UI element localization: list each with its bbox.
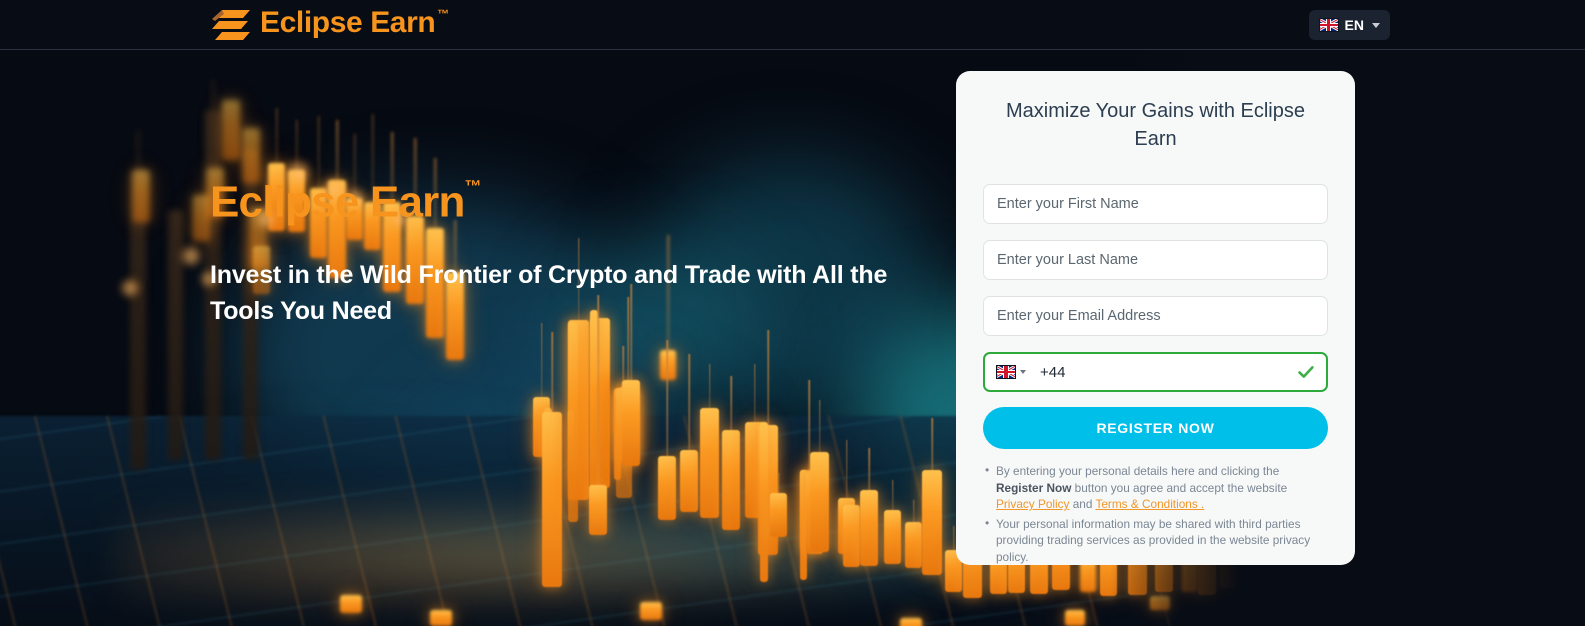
terms-conditions-link[interactable]: Terms & Conditions .	[1095, 497, 1204, 511]
country-code-selector[interactable]	[996, 365, 1026, 379]
hero-headline: Invest in the Wild Frontier of Crypto an…	[210, 260, 888, 325]
phone-number-input[interactable]	[1040, 363, 1315, 381]
phone-input-group	[983, 352, 1328, 392]
disclaimer-item-consent: By entering your personal details here a…	[983, 462, 1328, 513]
disclaimer-register-now-bold: Register Now	[996, 480, 1072, 495]
site-logo[interactable]: Eclipse Earn ™	[210, 4, 449, 46]
disclaimer-text-part2: button you agree and accept the website	[1071, 480, 1288, 495]
privacy-policy-link[interactable]: Privacy Policy	[996, 497, 1069, 511]
disclaimer-text-part1: By entering your personal details here a…	[996, 464, 1280, 478]
chevron-down-icon	[1020, 370, 1026, 374]
uk-flag-icon	[996, 365, 1016, 379]
language-selector[interactable]: EN	[1308, 10, 1390, 40]
landing-page: Eclipse Earn ™ EN Eclipse Earn™ Invest i…	[0, 0, 1585, 626]
uk-flag-icon	[1318, 18, 1339, 32]
language-label: EN	[1344, 17, 1364, 33]
eclipse-e-mark-icon	[210, 8, 254, 42]
hero-copy: Eclipse Earn™ Invest in the Wild Frontie…	[210, 170, 890, 329]
disclaimer-item-sharing: Your personal information may be shared …	[983, 515, 1328, 566]
chevron-down-icon	[1372, 22, 1380, 28]
hero-brand-trademark: ™	[464, 176, 482, 196]
disclaimer-and: and	[1069, 497, 1096, 512]
registration-card: Maximize Your Gains with Eclipse Earn En…	[956, 71, 1355, 565]
hero-brand-title: Eclipse Earn™	[210, 170, 890, 229]
logo-text: Eclipse Earn	[260, 6, 436, 39]
first-name-input[interactable]	[983, 184, 1328, 224]
email-input[interactable]	[983, 296, 1328, 336]
card-title: Maximize Your Gains with Eclipse Earn	[1005, 100, 1305, 150]
site-header: Eclipse Earn ™ EN	[0, 0, 1585, 50]
logo-trademark: ™	[437, 7, 450, 21]
disclaimer-list: By entering your personal details here a…	[983, 462, 1328, 566]
green-check-icon	[1297, 363, 1315, 381]
register-now-button[interactable]: REGISTER NOW	[983, 407, 1328, 449]
last-name-input[interactable]	[983, 240, 1328, 280]
hero-brand-name: Eclipse Earn	[210, 177, 465, 227]
